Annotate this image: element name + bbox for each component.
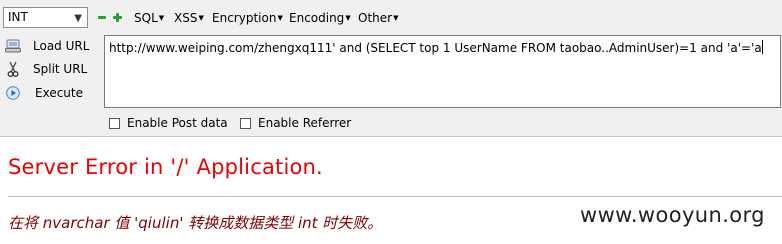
type-select-value: INT [8, 10, 28, 24]
load-url-label: Load URL [33, 39, 90, 53]
menu-encoding-label: Encoding [289, 11, 345, 25]
menu-xss-label: XSS [174, 11, 198, 25]
caret-down-icon: ▼ [198, 14, 204, 22]
caret-down-icon: ▼ [277, 14, 283, 22]
chevron-down-icon[interactable]: ▼ [74, 11, 82, 26]
url-input[interactable]: http://www.weiping.com/zhengxq111' and (… [104, 35, 781, 108]
text-caret [761, 40, 763, 54]
menu-other[interactable]: Other ▼ [358, 10, 398, 26]
menu-encryption-label: Encryption [212, 11, 277, 25]
menu-sql-label: SQL [134, 11, 158, 25]
divider [8, 196, 782, 197]
url-input-value: http://www.weiping.com/zhengxq111' and (… [109, 41, 762, 55]
load-url-icon [5, 38, 21, 54]
menu-sql[interactable]: SQL ▼ [134, 10, 164, 26]
error-message: 在将 nvarchar 值 'qiulin' 转换成数据类型 int 时失败。 [8, 214, 383, 232]
execute-button[interactable]: Execute [2, 83, 102, 103]
caret-down-icon: ▼ [345, 14, 351, 22]
enable-referrer-checkbox[interactable]: Enable Referrer [240, 116, 351, 130]
execute-label: Execute [35, 86, 83, 100]
enable-referrer-label: Enable Referrer [258, 116, 352, 130]
menu-encryption[interactable]: Encryption ▼ [212, 10, 283, 26]
menu-encoding[interactable]: Encoding ▼ [289, 10, 351, 26]
menu-xss[interactable]: XSS ▼ [174, 10, 204, 26]
scissors-icon [5, 61, 21, 77]
caret-down-icon: ▼ [393, 14, 399, 22]
play-icon [5, 85, 21, 101]
watermark: www.wooyun.org [580, 203, 765, 227]
hackbar-toolbar: INT ▼ SQL ▼ XSS ▼ Encryption ▼ Encoding ▼ Ot… [0, 0, 782, 137]
enable-post-label: Enable Post data [127, 116, 228, 130]
menu-other-label: Other [358, 11, 393, 25]
minus-icon[interactable] [98, 13, 106, 21]
enable-post-checkbox[interactable]: Enable Post data [109, 116, 228, 130]
hackbar-menubar: INT ▼ SQL ▼ XSS ▼ Encryption ▼ Encoding ▼ Ot… [0, 7, 782, 29]
load-url-button[interactable]: Load URL [2, 36, 102, 56]
split-url-label: Split URL [33, 62, 88, 76]
type-select[interactable]: INT ▼ [3, 7, 88, 28]
split-url-button[interactable]: Split URL [2, 59, 102, 79]
caret-down-icon: ▼ [158, 14, 165, 22]
checkbox-box[interactable] [240, 117, 251, 129]
checkbox-box[interactable] [109, 117, 120, 129]
plus-icon[interactable] [113, 13, 122, 22]
error-page-title: Server Error in '/' Application. [8, 155, 323, 179]
